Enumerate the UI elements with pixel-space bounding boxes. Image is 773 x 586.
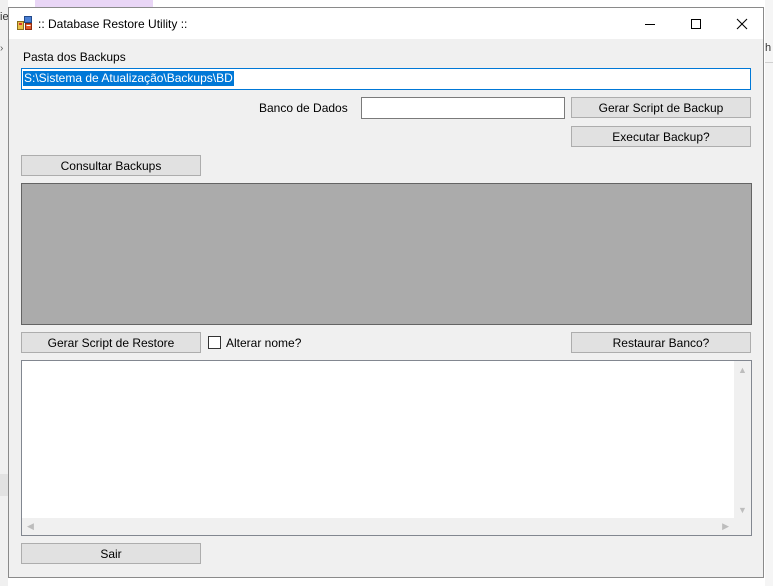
rename-checkbox-label[interactable]: Alterar nome? xyxy=(226,336,301,350)
rename-checkbox[interactable] xyxy=(208,336,221,349)
background-chevron-icon: › xyxy=(0,43,4,54)
scroll-down-icon[interactable]: ▼ xyxy=(738,506,747,515)
background-text-right: h xyxy=(765,42,772,54)
generate-restore-script-button[interactable]: Gerar Script de Restore xyxy=(21,332,201,353)
exit-button[interactable]: Sair xyxy=(21,543,201,564)
backup-folder-input[interactable]: S:\Sistema de Atualização\Backups\BD xyxy=(21,68,751,90)
generate-backup-script-button[interactable]: Gerar Script de Backup xyxy=(571,97,751,118)
minimize-button[interactable] xyxy=(627,8,673,39)
close-icon xyxy=(736,18,748,30)
query-backups-button[interactable]: Consultar Backups xyxy=(21,155,201,176)
title-bar[interactable]: :: Database Restore Utility :: xyxy=(9,8,763,39)
maximize-button[interactable] xyxy=(673,8,719,39)
background-divider-right xyxy=(765,62,773,63)
scroll-right-icon[interactable]: ▶ xyxy=(722,522,729,531)
scroll-left-icon[interactable]: ◀ xyxy=(27,522,34,531)
background-window-fragment-left xyxy=(0,0,8,586)
app-icon xyxy=(17,16,32,30)
execute-backup-button[interactable]: Executar Backup? xyxy=(571,126,751,147)
backups-grid[interactable] xyxy=(21,183,752,325)
maximize-icon xyxy=(691,19,701,29)
restore-utility-window: :: Database Restore Utility :: Pasta dos… xyxy=(8,7,764,578)
scrollbar-corner xyxy=(734,518,751,535)
vertical-scrollbar[interactable]: ▲ ▼ xyxy=(734,361,751,518)
background-window-fragment-right xyxy=(765,0,773,586)
database-label: Banco de Dados xyxy=(259,101,348,115)
background-strip-left xyxy=(0,474,8,496)
database-input[interactable] xyxy=(361,97,565,119)
restore-database-button[interactable]: Restaurar Banco? xyxy=(571,332,751,353)
scroll-up-icon[interactable]: ▲ xyxy=(738,366,747,375)
backup-folder-label: Pasta dos Backups xyxy=(23,50,126,64)
window-title: :: Database Restore Utility :: xyxy=(38,17,188,31)
script-output-textarea[interactable]: ▲ ▼ ◀ ▶ xyxy=(21,360,752,536)
backup-folder-value: S:\Sistema de Atualização\Backups\BD xyxy=(23,71,234,86)
minimize-icon xyxy=(645,24,655,25)
close-button[interactable] xyxy=(719,8,765,39)
horizontal-scrollbar[interactable]: ◀ ▶ xyxy=(22,518,734,535)
